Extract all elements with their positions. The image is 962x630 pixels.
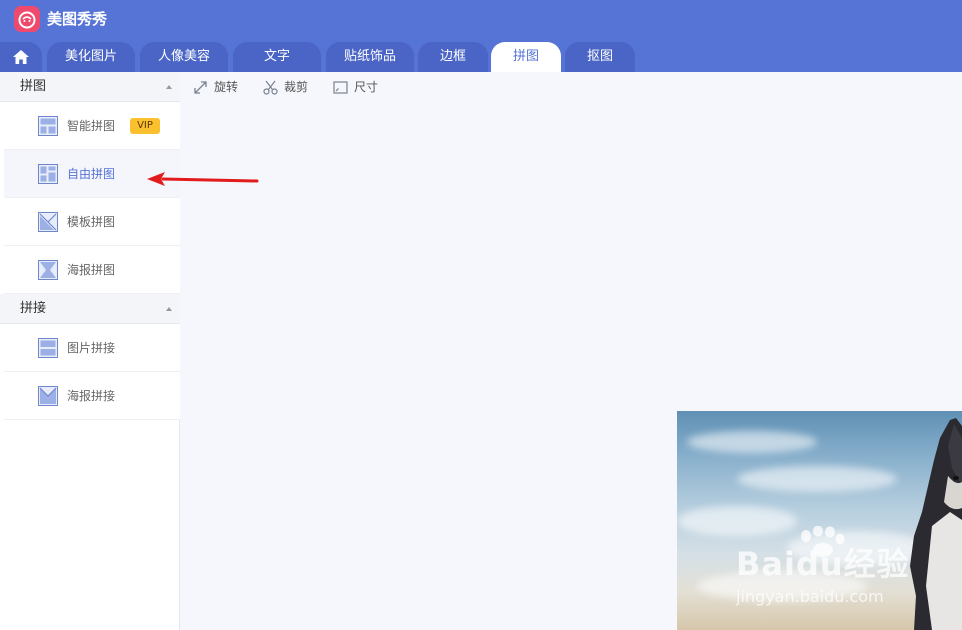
crop-button[interactable]: 裁剪 <box>263 78 313 96</box>
sidebar-item-template-collage[interactable]: 模板拼图 <box>4 198 180 246</box>
sidebar-section-title: 拼接 <box>20 301 47 316</box>
size-label: 尺寸 <box>354 80 379 94</box>
sidebar-item-image-stitch[interactable]: 图片拼接 <box>4 324 180 372</box>
home-tab[interactable] <box>0 42 42 72</box>
sidebar-item-label: 海报拼图 <box>67 263 116 277</box>
template-collage-icon <box>38 212 58 232</box>
sidebar-section-stitch[interactable]: 拼接 <box>0 294 180 324</box>
baidu-watermark-brand: Baidu经验 <box>736 545 910 583</box>
sidebar-item-label: 智能拼图 <box>67 119 116 133</box>
sidebar-section-title: 拼图 <box>20 79 47 94</box>
free-collage-icon <box>38 164 58 184</box>
tab-beautify[interactable]: 美化图片 <box>47 42 135 72</box>
app-logo-icon <box>14 6 40 32</box>
tab-portrait[interactable]: 人像美容 <box>140 42 228 72</box>
baidu-watermark-domain: jingyan.baidu.com <box>736 587 884 606</box>
sidebar-item-label: 图片拼接 <box>67 341 116 355</box>
rotate-button[interactable]: 旋转 <box>193 78 243 96</box>
sidebar-section-collage[interactable]: 拼图 <box>0 72 180 102</box>
tab-border[interactable]: 边框 <box>418 42 488 72</box>
scissors-icon <box>263 80 278 95</box>
sidebar-item-poster-stitch[interactable]: 海报拼接 <box>4 372 180 420</box>
size-button[interactable]: 尺寸 <box>333 78 383 96</box>
sidebar-item-smart-collage[interactable]: 智能拼图 VIP <box>4 102 180 150</box>
vip-badge: VIP <box>130 118 160 134</box>
tab-text[interactable]: 文字 <box>233 42 321 72</box>
sidebar-item-poster-collage[interactable]: 海报拼图 <box>4 246 180 294</box>
sidebar-item-label: 海报拼接 <box>67 389 116 403</box>
poster-stitch-icon <box>38 386 58 406</box>
tab-cutout[interactable]: 抠图 <box>565 42 635 72</box>
canvas-size-icon <box>333 81 348 94</box>
rotate-label: 旋转 <box>214 80 239 94</box>
smart-collage-icon <box>38 116 58 136</box>
tab-collage[interactable]: 拼图 <box>491 42 561 72</box>
rotate-icon <box>194 81 207 94</box>
collapse-caret-icon <box>166 307 172 311</box>
app-title: 美图秀秀 <box>47 10 108 28</box>
crop-label: 裁剪 <box>284 80 309 94</box>
annotation-arrow-icon <box>147 172 259 186</box>
sidebar-item-label: 模板拼图 <box>67 215 116 229</box>
husky-dog-image <box>910 418 962 630</box>
poster-collage-icon <box>38 260 58 280</box>
tab-stickers[interactable]: 贴纸饰品 <box>326 42 414 72</box>
collapse-caret-icon <box>166 85 172 89</box>
image-stitch-icon <box>38 338 58 358</box>
sidebar-item-label: 自由拼图 <box>67 167 116 181</box>
home-icon <box>13 50 29 64</box>
